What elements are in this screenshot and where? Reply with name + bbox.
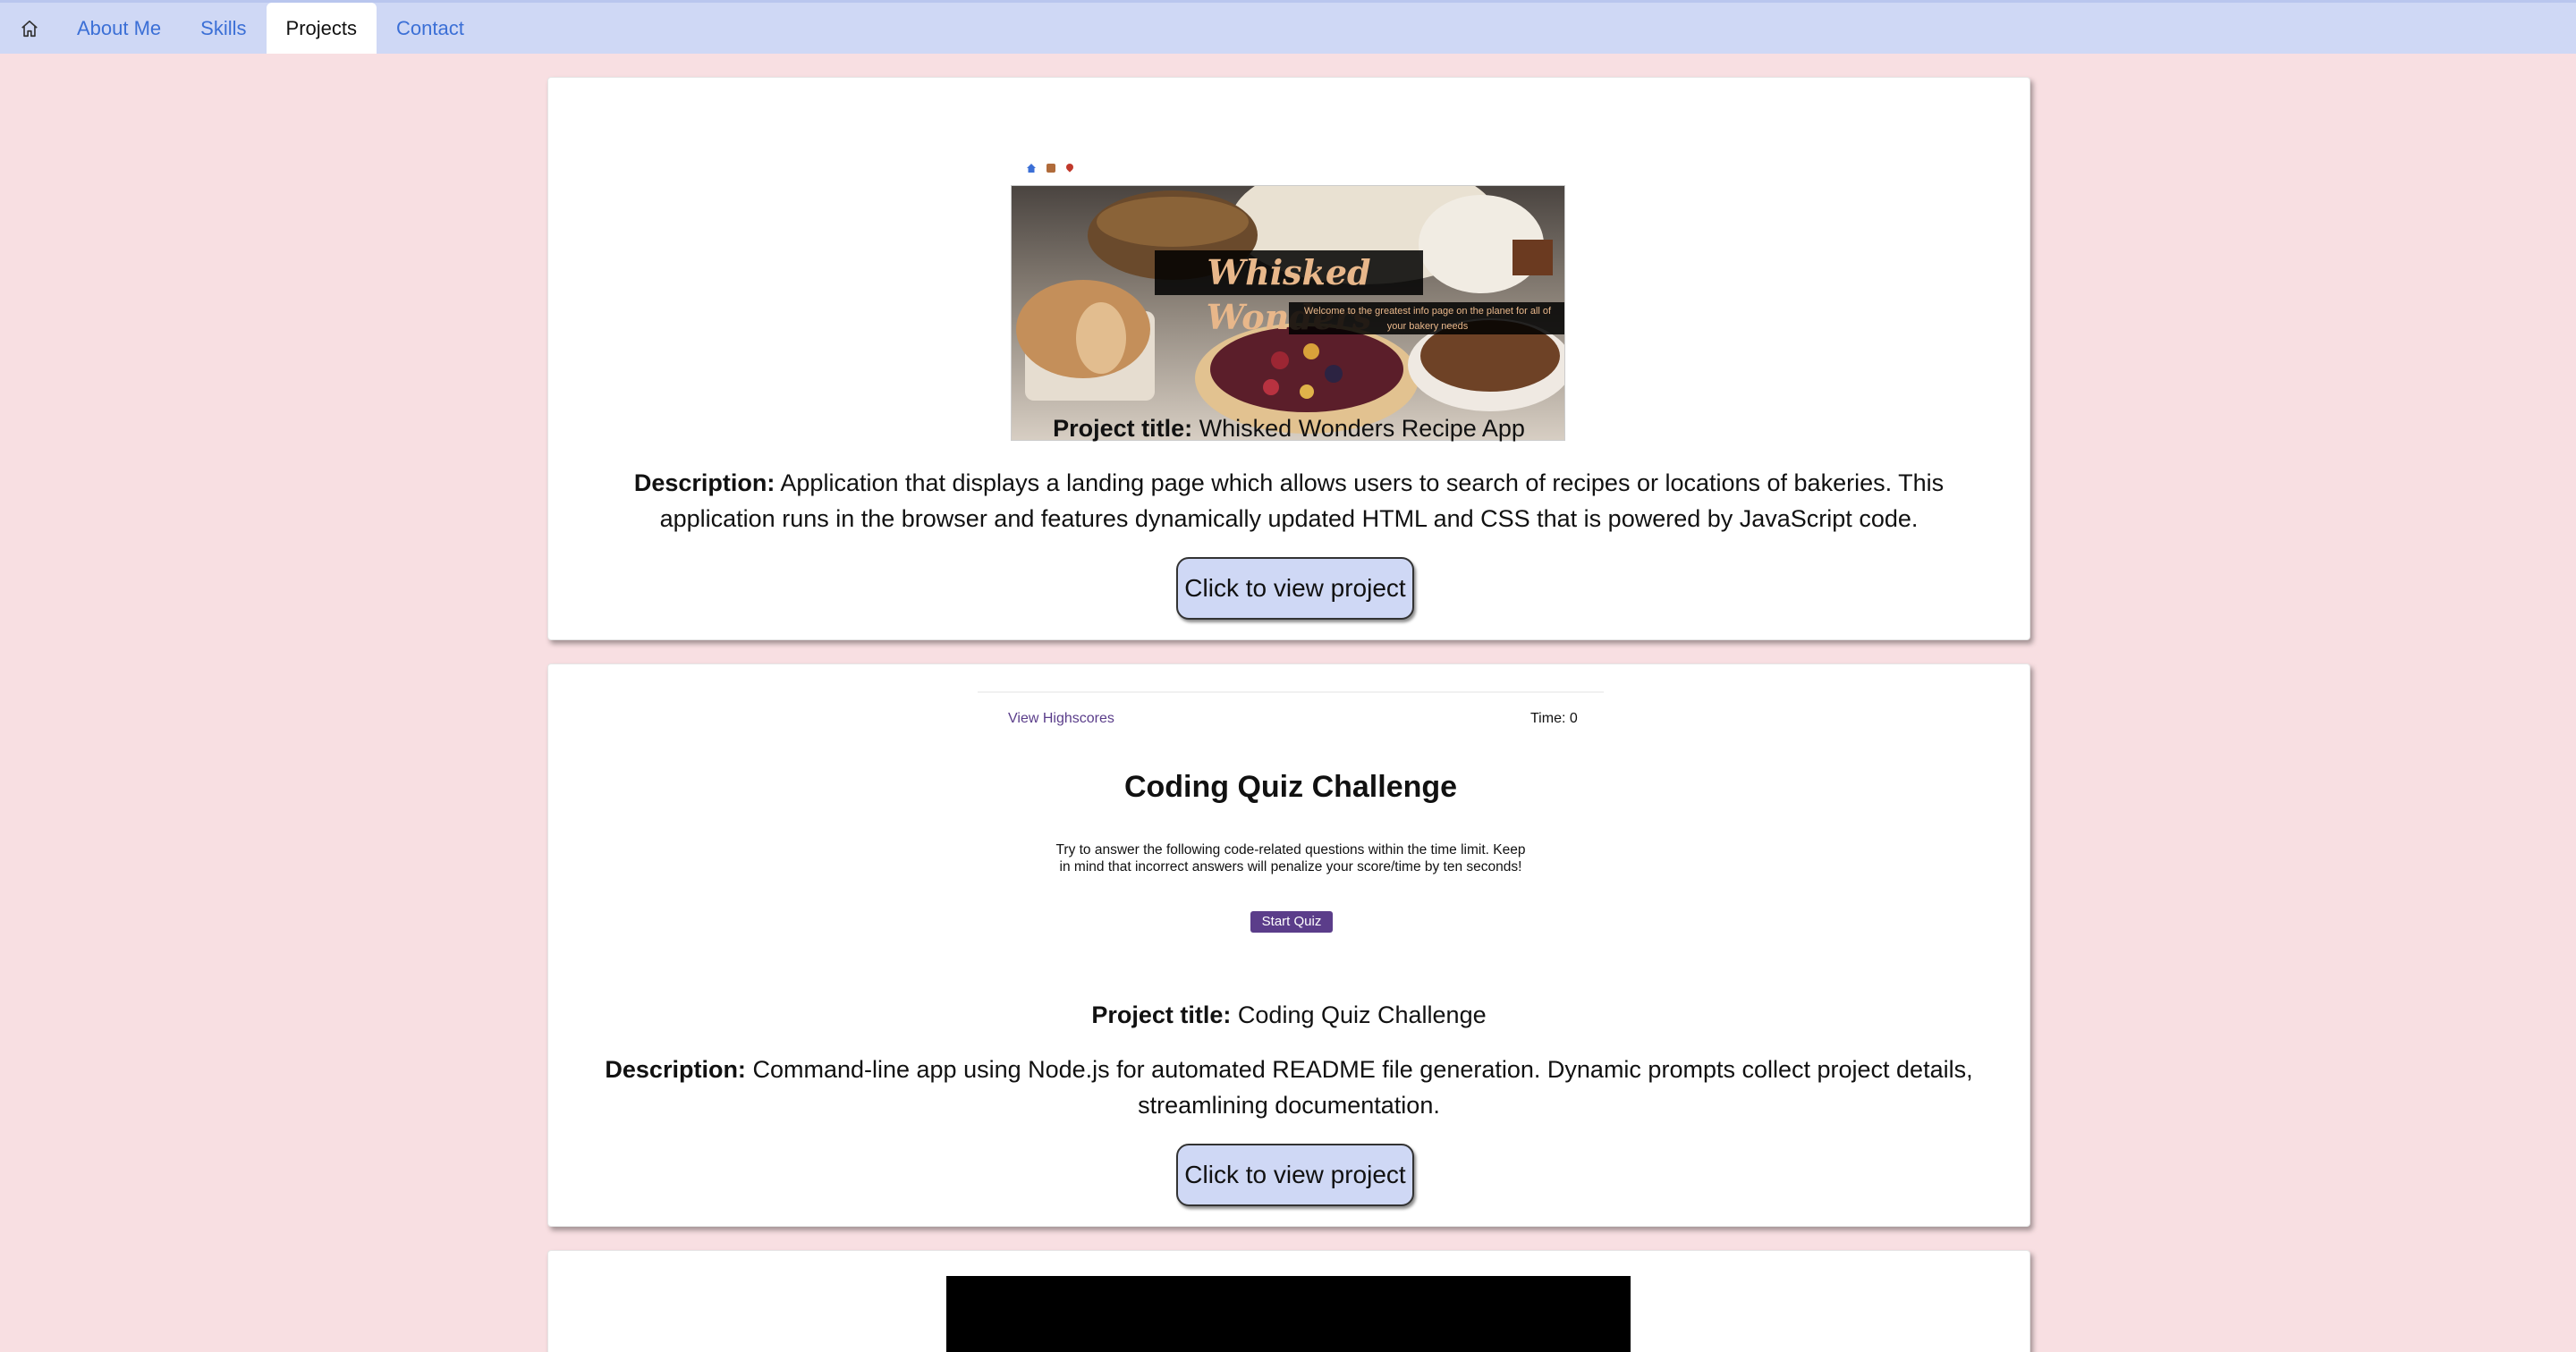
nav-skills[interactable]: Skills bbox=[181, 3, 266, 54]
project-title: Project title: Coding Quiz Challenge bbox=[548, 1001, 2029, 1029]
nav-contact[interactable]: Contact bbox=[377, 3, 484, 54]
quiz-timer: Time: 0 bbox=[1530, 711, 1578, 726]
top-nav: About Me Skills Projects Contact bbox=[0, 0, 2576, 54]
bakery-banner-image: Whisked Wonders Welcome to the greatest … bbox=[1011, 185, 1565, 441]
mini-nav-icons bbox=[1027, 162, 1075, 173]
project-title-value: Whisked Wonders Recipe App bbox=[1199, 415, 1525, 442]
project-title-label: Project title: bbox=[1053, 415, 1193, 442]
project-card bbox=[547, 1250, 2030, 1352]
banner-title: Whisked Wonders bbox=[1155, 250, 1423, 337]
project-description-text: Command-line app using Node.js for autom… bbox=[752, 1056, 1973, 1119]
project-title-value: Coding Quiz Challenge bbox=[1237, 1001, 1487, 1028]
project-title-label: Project title: bbox=[1091, 1001, 1232, 1028]
banner-subtitle: Welcome to the greatest info page on the… bbox=[1289, 302, 1564, 334]
project-description-label: Description: bbox=[605, 1056, 746, 1083]
nav-about-me[interactable]: About Me bbox=[57, 3, 181, 54]
project-screenshot[interactable]: View Highscores Time: 0 Coding Quiz Chal… bbox=[978, 684, 1604, 943]
home-icon bbox=[21, 20, 38, 37]
project-card: Whisked Wonders Welcome to the greatest … bbox=[547, 77, 2030, 640]
project-screenshot[interactable]: Whisked Wonders Welcome to the greatest … bbox=[1011, 131, 1565, 441]
project-description: Description: Command-line app using Node… bbox=[584, 1052, 1994, 1123]
view-project-button[interactable]: Click to view project bbox=[1176, 1144, 1414, 1206]
nav-home[interactable] bbox=[11, 3, 57, 54]
view-highscores-link: View Highscores bbox=[1008, 711, 1114, 726]
project-description-label: Description: bbox=[633, 469, 775, 496]
cake-icon bbox=[1046, 164, 1055, 173]
quiz-title: Coding Quiz Challenge bbox=[1123, 770, 1458, 804]
project-screenshot[interactable] bbox=[946, 1276, 1631, 1352]
home-icon bbox=[1027, 164, 1036, 173]
start-quiz-button: Start Quiz bbox=[1250, 911, 1333, 933]
project-title: Project title: Whisked Wonders Recipe Ap… bbox=[548, 415, 2029, 443]
project-description-text: Application that displays a landing page… bbox=[659, 469, 1945, 532]
project-card: View Highscores Time: 0 Coding Quiz Chal… bbox=[547, 663, 2030, 1227]
project-description: Description: Application that displays a… bbox=[584, 465, 1994, 537]
quiz-instructions: Try to answer the following code-related… bbox=[1055, 842, 1526, 875]
location-pin-icon bbox=[1064, 162, 1075, 173]
view-project-button[interactable]: Click to view project bbox=[1176, 557, 1414, 620]
nav-projects[interactable]: Projects bbox=[266, 3, 377, 54]
divider bbox=[978, 691, 1604, 693]
